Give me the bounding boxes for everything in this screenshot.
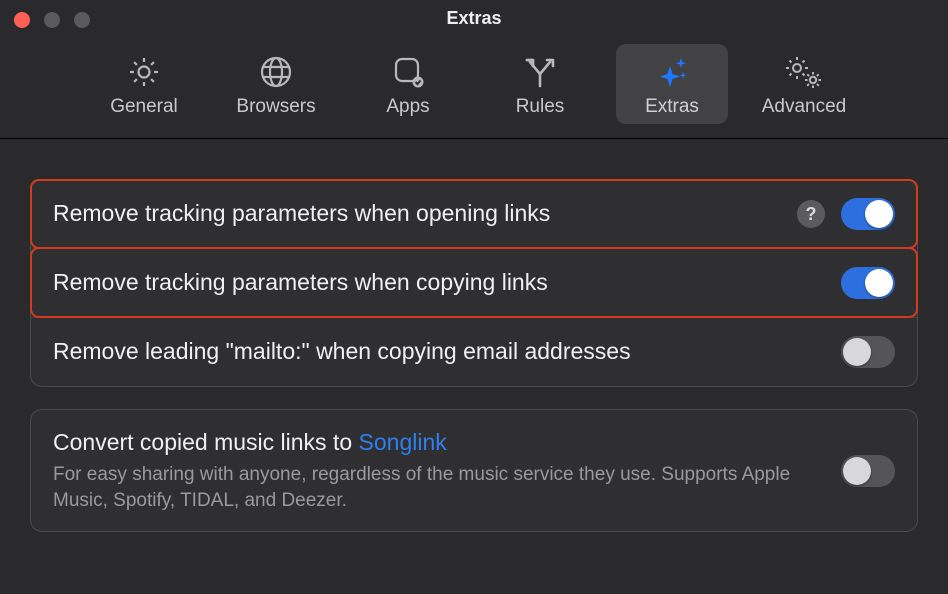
row-remove-tracking-open: Remove tracking parameters when opening … bbox=[31, 180, 917, 248]
maximize-window-button[interactable] bbox=[74, 12, 90, 28]
settings-group-songlink: Convert copied music links to Songlink F… bbox=[30, 409, 918, 532]
traffic-lights bbox=[14, 12, 90, 28]
tab-label: Apps bbox=[386, 96, 429, 118]
tab-label: Advanced bbox=[762, 96, 847, 118]
tab-browsers[interactable]: Browsers bbox=[220, 44, 332, 124]
tab-label: Extras bbox=[645, 96, 699, 118]
row-remove-mailto: Remove leading "mailto:" when copying em… bbox=[31, 317, 917, 386]
split-arrow-icon bbox=[520, 50, 560, 94]
tab-label: General bbox=[110, 96, 178, 118]
globe-icon bbox=[256, 50, 296, 94]
help-button[interactable]: ? bbox=[797, 200, 825, 228]
tab-apps[interactable]: Apps bbox=[352, 44, 464, 124]
tab-label: Rules bbox=[516, 96, 565, 118]
toggle-remove-tracking-open[interactable] bbox=[841, 198, 895, 230]
minimize-window-button[interactable] bbox=[44, 12, 60, 28]
row-remove-tracking-copy: Remove tracking parameters when copying … bbox=[31, 248, 917, 317]
setting-label: Convert copied music links to Songlink bbox=[53, 428, 825, 458]
app-icon bbox=[388, 50, 428, 94]
double-gear-icon bbox=[781, 50, 827, 94]
setting-description: For easy sharing with anyone, regardless… bbox=[53, 462, 825, 513]
songlink-link[interactable]: Songlink bbox=[359, 429, 447, 455]
setting-label: Remove leading "mailto:" when copying em… bbox=[53, 337, 825, 367]
setting-label: Remove tracking parameters when copying … bbox=[53, 268, 825, 298]
window-title: Extras bbox=[446, 8, 501, 29]
sparkles-icon bbox=[652, 50, 692, 94]
songlink-label-prefix: Convert copied music links to bbox=[53, 429, 359, 455]
gear-icon bbox=[124, 50, 164, 94]
settings-group-tracking: Remove tracking parameters when opening … bbox=[30, 179, 918, 387]
preferences-toolbar: General Browsers Apps bbox=[0, 36, 948, 139]
titlebar: Extras bbox=[0, 0, 948, 36]
close-window-button[interactable] bbox=[14, 12, 30, 28]
tab-extras[interactable]: Extras bbox=[616, 44, 728, 124]
tab-rules[interactable]: Rules bbox=[484, 44, 596, 124]
extras-content: Remove tracking parameters when opening … bbox=[0, 139, 948, 574]
row-songlink: Convert copied music links to Songlink F… bbox=[31, 410, 917, 531]
tab-advanced[interactable]: Advanced bbox=[748, 44, 860, 124]
setting-label: Remove tracking parameters when opening … bbox=[53, 199, 781, 229]
toggle-remove-tracking-copy[interactable] bbox=[841, 267, 895, 299]
toggle-songlink[interactable] bbox=[841, 455, 895, 487]
tab-label: Browsers bbox=[236, 96, 315, 118]
toggle-remove-mailto[interactable] bbox=[841, 336, 895, 368]
tab-general[interactable]: General bbox=[88, 44, 200, 124]
